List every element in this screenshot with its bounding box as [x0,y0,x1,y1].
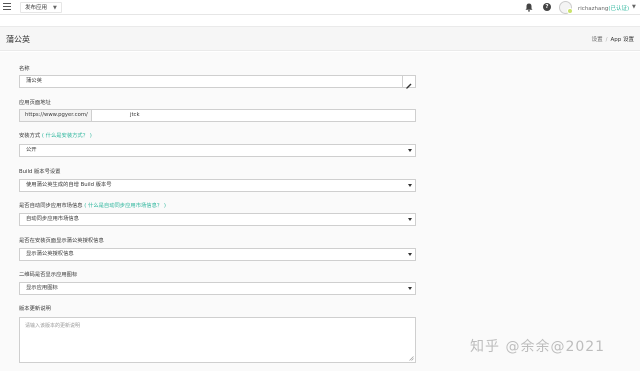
caret-down-icon [408,287,412,290]
changelog-placeholder: 请输入该版本的更新说明 [25,323,81,329]
resize-grip-icon[interactable] [409,356,414,361]
breadcrumb: 设置 / App 设置 [592,35,634,43]
build-version-label: Build 版本号设置 [19,169,61,175]
edit-name-button[interactable] [402,75,416,89]
app-switch-label: 发布应用 [25,5,48,11]
market-sync-label-text: 是否自动同步应用市场信息 [19,203,83,209]
market-sync-label: 是否自动同步应用市场信息 ( 什么是自动同步应用市场信息？ ) [19,201,166,209]
breadcrumb-item-settings[interactable]: 设置 [592,37,603,43]
chevron-down-icon[interactable]: ▼ [632,4,636,10]
short-url-input[interactable]: jtck [92,109,416,122]
build-version-select[interactable]: 使用蒲公英生成的自增 Build 版本号 [19,179,416,192]
changelog-label: 版本更新说明 [19,306,51,312]
verified-badge: (已认证) [608,6,630,12]
chevron-down-icon: ▼ [53,5,57,11]
menu-icon[interactable] [3,3,11,11]
install-method-help-link[interactable]: ( 什么是安装方式？ ) [42,133,92,139]
caret-down-icon [408,253,412,256]
username-text: richazhang [578,6,609,12]
market-sync-help-link[interactable]: ( 什么是自动同步应用市场信息？ ) [84,203,166,209]
page-title: 蒲公英 [6,35,30,44]
install-method-label-text: 安装方式 [19,133,41,139]
auth-info-value: 显示蒲公英授权信息 [26,251,74,257]
build-version-value: 使用蒲公英生成的自增 Build 版本号 [26,182,112,188]
market-sync-value: 自动同步应用市场信息 [26,216,79,222]
avatar[interactable] [558,0,574,15]
page-header: 蒲公英 设置 / App 设置 [0,26,640,51]
qr-icon-value: 显示应用图标 [26,285,58,291]
url-label: 应用页面地址 [19,100,51,106]
username[interactable]: richazhang(已认证) [578,4,629,12]
install-method-select[interactable]: 公开 [19,144,416,157]
caret-down-icon [408,218,412,221]
qr-icon-label: 二维码是否显示应用图标 [19,272,78,278]
url-prefix: https://www.pgyer.com/ [19,109,92,122]
market-sync-select[interactable]: 自动同步应用市场信息 [19,213,416,226]
changelog-textarea[interactable]: 请输入该版本的更新说明 [19,317,416,363]
auth-info-label: 是否在安装页面显示蒲公英授权信息 [19,238,104,244]
qr-icon-select[interactable]: 显示应用图标 [19,282,416,295]
help-icon[interactable]: ? [543,3,551,11]
caret-down-icon [408,184,412,187]
install-method-value: 公开 [26,147,37,153]
top-navbar: 发布应用 ▼ ? richazhang(已认证) ▼ [0,0,640,15]
bell-icon[interactable] [525,3,533,12]
status-dot-icon [567,8,573,14]
watermark: 知乎 @余余@2021 [470,339,606,355]
name-input[interactable]: 蒲公英 [19,75,404,88]
auth-info-select[interactable]: 显示蒲公英授权信息 [19,248,416,261]
install-method-label: 安装方式 ( 什么是安装方式？ ) [19,131,92,139]
name-label: 名称 [19,66,30,72]
breadcrumb-separator: / [605,37,608,43]
pencil-icon [406,83,412,89]
caret-down-icon [408,149,412,152]
breadcrumb-item-app-settings: App 设置 [610,37,635,43]
app-switch-dropdown[interactable]: 发布应用 ▼ [20,2,62,13]
